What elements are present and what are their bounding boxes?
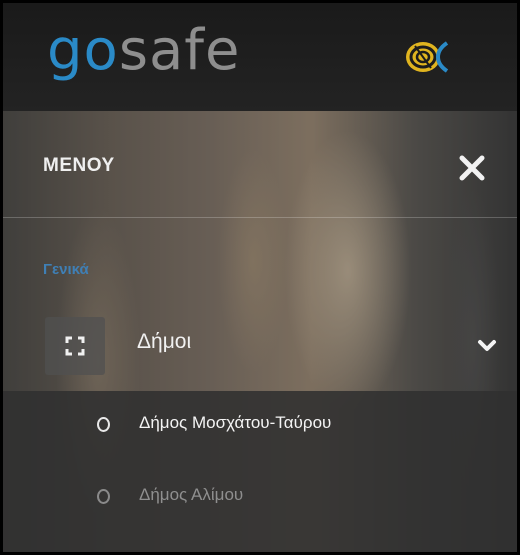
submenu-item-label: Δήμος Αλίμου bbox=[139, 485, 244, 504]
app-header: gosafe bbox=[3, 3, 517, 111]
menu-title: ΜΕΝΟΥ bbox=[43, 155, 115, 176]
gosafe-emblem-icon bbox=[406, 41, 449, 73]
app-frame: gosafe ΜΕΝΟΥ Γενικά Δήμοι Δήμος Μοσχάτου… bbox=[0, 0, 520, 555]
sidebar-item-label: Δήμοι bbox=[137, 330, 192, 353]
close-icon[interactable] bbox=[455, 151, 489, 185]
section-label-general: Γενικά bbox=[43, 261, 89, 278]
logo-go-text: go bbox=[47, 18, 119, 83]
chevron-down-icon[interactable] bbox=[477, 339, 497, 353]
close-button[interactable] bbox=[455, 151, 489, 185]
submenu-dimoi: Δήμος Μοσχάτου-Ταύρου Δήμος Αλίμου bbox=[3, 391, 517, 552]
menu-title-row: ΜΕΝΟΥ bbox=[3, 111, 517, 218]
bullet-icon bbox=[97, 417, 110, 432]
submenu-item-moschato[interactable]: Δήμος Μοσχάτου-Ταύρου bbox=[3, 401, 517, 449]
submenu-item-alimos[interactable]: Δήμος Αλίμου bbox=[3, 473, 517, 521]
bullet-icon bbox=[97, 489, 110, 504]
gosafe-logo[interactable]: gosafe bbox=[47, 21, 240, 81]
menu-panel: ΜΕΝΟΥ Γενικά Δήμοι Δήμος Μοσχάτου-Ταύρου… bbox=[3, 111, 517, 552]
expand-icon bbox=[45, 317, 105, 375]
submenu-item-label: Δήμος Μοσχάτου-Ταύρου bbox=[139, 413, 332, 432]
logo-safe-text: safe bbox=[118, 18, 241, 83]
sidebar-item-dimoi[interactable]: Δήμοι bbox=[3, 305, 517, 385]
